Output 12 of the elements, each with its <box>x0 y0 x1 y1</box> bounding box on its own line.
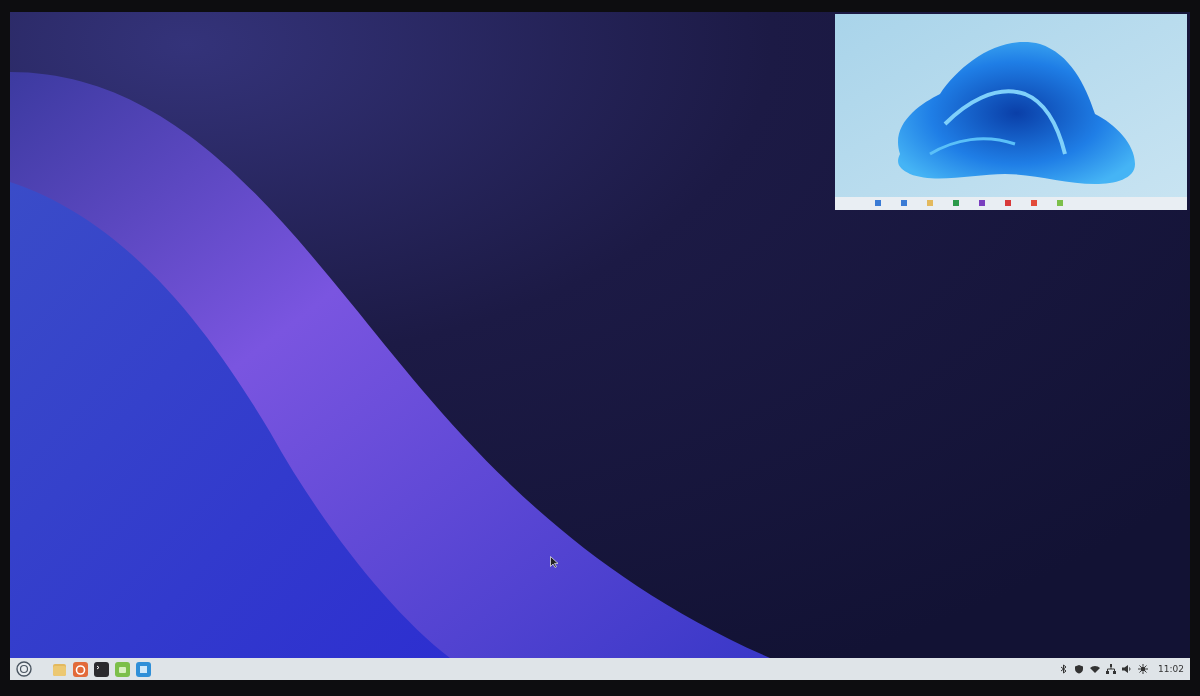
brightness-icon[interactable] <box>1138 664 1149 674</box>
terminal-icon[interactable] <box>94 661 109 677</box>
mouse-pointer-icon <box>550 556 559 568</box>
network-icon[interactable] <box>1106 664 1117 674</box>
browser-icon[interactable] <box>73 661 88 677</box>
bluetooth-icon[interactable] <box>1060 664 1069 674</box>
volume-icon[interactable] <box>1122 664 1133 674</box>
menu-icon[interactable] <box>16 661 32 677</box>
shield-icon[interactable] <box>1074 664 1085 674</box>
document-icon[interactable] <box>136 661 151 677</box>
clock[interactable]: 11:02 <box>1158 664 1184 674</box>
wifi-icon[interactable] <box>1090 664 1101 674</box>
